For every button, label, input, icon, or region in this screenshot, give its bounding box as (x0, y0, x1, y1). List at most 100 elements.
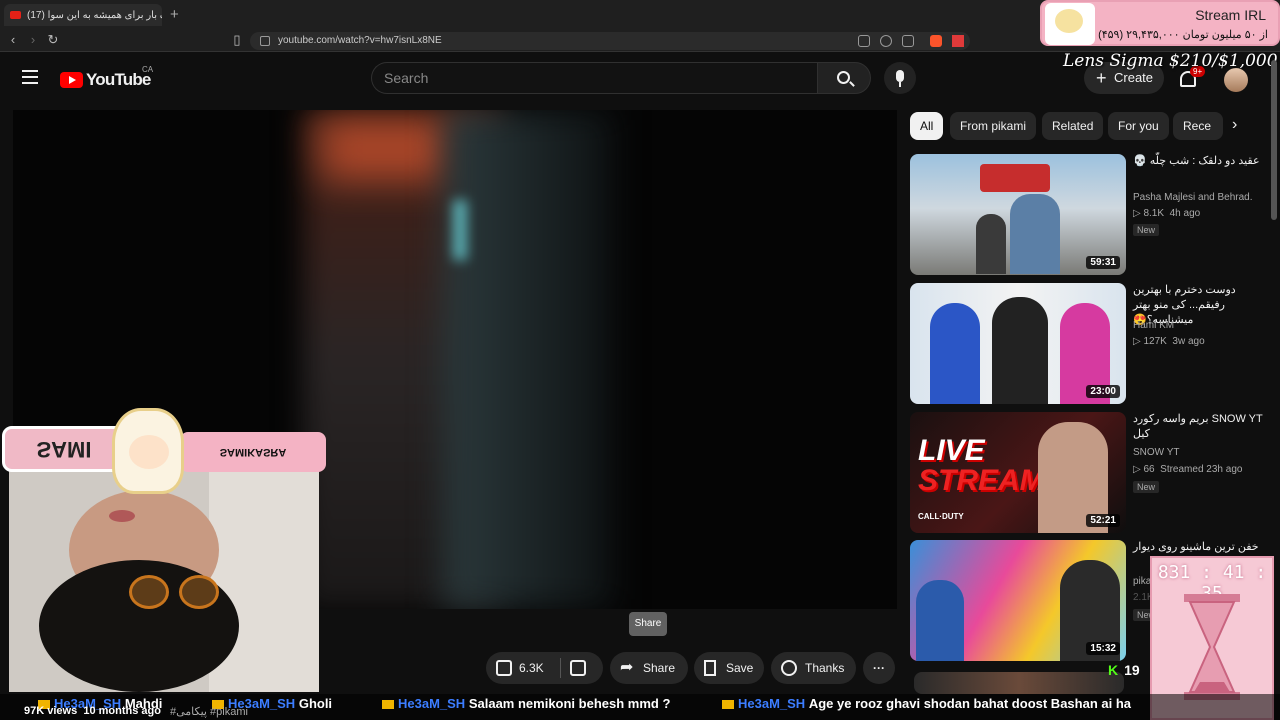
zoom-icon[interactable] (880, 35, 892, 47)
streamer-name-badge: SAMI (2, 426, 126, 472)
recommendation-item[interactable]: 59:31 عقید دو دلقک : شب چلّه 💀 Pasha Maj… (910, 154, 1280, 276)
divider (560, 658, 561, 678)
kick-logo-icon: K (1108, 662, 1119, 678)
bookmark-icon[interactable]: ▯ (228, 32, 246, 48)
save-icon (704, 660, 716, 676)
thumbnail-game-logo: CALL·DUTY (918, 512, 964, 521)
thumbnail-person (976, 214, 1006, 274)
upload-age: 10 months ago (83, 705, 161, 717)
video-title[interactable]: عقید دو دلقک : شب چلّه 💀 (1133, 154, 1263, 169)
view-count: 66 (1143, 464, 1155, 475)
account-avatar[interactable] (1224, 68, 1248, 92)
reload-icon[interactable]: ↻ (44, 32, 62, 48)
video-frame-shadow (443, 110, 613, 609)
back-icon[interactable]: ‹ (4, 32, 22, 47)
share-icon: ➦ (620, 659, 634, 676)
thanks-icon (781, 660, 797, 676)
video-views: 97K views 10 months ago (24, 705, 161, 717)
irl-goal: (۴۵۹) ۲۹,۴۳۵,۰۰۰ از ۵۰ میلیون تومان (1098, 29, 1268, 41)
chip-related[interactable]: Related (1042, 112, 1104, 140)
chip-recent[interactable]: Rece (1173, 112, 1223, 140)
chip-for-you[interactable]: For you (1108, 112, 1169, 140)
video-thumbnail[interactable]: 59:31 (910, 154, 1126, 275)
video-hashtags[interactable]: #پیکامی #pikami (170, 705, 248, 718)
search-button[interactable] (817, 62, 871, 94)
chat-text: Gholi (298, 696, 333, 711)
irl-title: Stream IRL (1195, 7, 1266, 23)
new-badge: New (1133, 481, 1160, 493)
crown-icon (722, 700, 734, 710)
video-duration: 52:21 (1086, 514, 1120, 527)
more-actions-icon[interactable]: ··· (863, 652, 895, 684)
dislike-icon[interactable] (570, 660, 586, 676)
video-thumbnail[interactable]: 15:32 (910, 540, 1126, 661)
lens-sigma-goal: Lens Sigma $210/$1,000 (1063, 51, 1278, 71)
recommendation-item[interactable]: LIVE STREAM CALL·DUTY 52:21 SNOW YT بریم … (910, 412, 1280, 534)
site-info-icon[interactable] (260, 36, 270, 46)
chat-message: He3aM_SH Age ye rooz ghavi shodan bahat … (718, 696, 1131, 711)
youtube-play-icon (60, 72, 83, 88)
thumbnail-title-art (980, 164, 1050, 192)
url-text: youtube.com/watch?v=hw7isnLx8NE (278, 35, 442, 46)
forward-icon[interactable]: › (24, 32, 42, 47)
upload-age: 3w ago (1172, 336, 1205, 347)
hourglass-icon (1184, 594, 1240, 700)
video-frame-glint (453, 200, 467, 260)
video-thumbnail[interactable] (914, 672, 1124, 694)
video-thumbnail[interactable]: 23:00 (910, 283, 1126, 404)
social-handle-badge: SAMIKASRA (180, 432, 326, 472)
video-meta: ▷ 66 Streamed 23h ago (1133, 464, 1243, 475)
brave-rewards-icon[interactable] (952, 35, 964, 47)
browser-tab[interactable]: (17) یک بار برای همیشه به این سوا × (4, 4, 162, 26)
voice-search-icon[interactable] (884, 62, 916, 94)
video-meta: ▷ 127K 3w ago (1133, 336, 1205, 347)
channel-name[interactable]: Hami KM (1133, 320, 1263, 331)
chibi-avatar (1045, 3, 1095, 45)
upload-age: Streamed 23h ago (1160, 464, 1243, 475)
logo-text: YouTube (86, 70, 151, 89)
thumbnail-person (930, 303, 980, 404)
like-count[interactable]: 6.3K (519, 652, 544, 684)
new-tab-button[interactable]: + (170, 6, 179, 23)
like-icon[interactable] (496, 660, 512, 676)
video-title[interactable]: خفن ترین ماشینو روی دیوار (1133, 540, 1263, 555)
video-title[interactable]: SNOW YT بریم واسه رکورد کیل (1133, 412, 1263, 442)
view-count: 97K views (24, 705, 78, 717)
video-duration: 15:32 (1086, 642, 1120, 655)
thanks-button[interactable]: Thanks (771, 652, 856, 684)
chevron-right-icon[interactable]: › (1232, 116, 1237, 134)
like-dislike-group: 6.3K (486, 652, 603, 684)
channel-name[interactable]: Pasha Majlesi and Behrad. (1133, 192, 1263, 203)
chat-user: He3aM_SH (738, 696, 806, 711)
share-button[interactable]: ➦ Share (610, 652, 688, 684)
cast-icon[interactable] (902, 35, 914, 47)
thumbnail-person (916, 580, 964, 661)
recommendation-item[interactable]: 23:00 دوست دخترم با بهترین رفیقم... کی م… (910, 283, 1280, 405)
media-icon[interactable] (858, 35, 870, 47)
search-input[interactable]: Search (371, 62, 817, 94)
video-duration: 59:31 (1086, 256, 1120, 269)
thumbnail-live-text: LIVE STREAM (918, 434, 1045, 497)
chip-from-pikami[interactable]: From pikami (950, 112, 1037, 140)
menu-icon[interactable] (22, 70, 38, 84)
sidebar-scrollbar[interactable] (1271, 60, 1277, 220)
view-count: 8.1K (1143, 208, 1165, 219)
video-thumbnail[interactable]: LIVE STREAM CALL·DUTY 52:21 (910, 412, 1126, 533)
thanks-label: Thanks (805, 661, 845, 675)
chat-text: Age ye rooz ghavi shodan bahat doost Bas… (808, 696, 1131, 711)
kick-viewer-count: K 19 (1108, 662, 1140, 678)
chat-user: He3aM_SH (398, 696, 466, 711)
create-label: Create (1114, 70, 1154, 85)
chip-all[interactable]: All (910, 112, 944, 140)
thumbnail-person (1010, 194, 1060, 274)
thumbnail-person (992, 297, 1048, 404)
save-button[interactable]: Save (694, 652, 764, 684)
brave-shield-icon[interactable] (930, 35, 942, 47)
youtube-logo[interactable]: YouTube (60, 70, 151, 90)
stream-goal-overlay: Stream IRL (۴۵۹) ۲۹,۴۳۵,۰۰۰ از ۵۰ میلیون… (1040, 0, 1280, 46)
upload-age: 4h ago (1169, 208, 1201, 219)
sunglasses-lens (179, 575, 219, 609)
youtube-favicon-icon (10, 11, 21, 19)
channel-name[interactable]: SNOW YT (1133, 447, 1263, 458)
country-code: CA (142, 65, 154, 74)
